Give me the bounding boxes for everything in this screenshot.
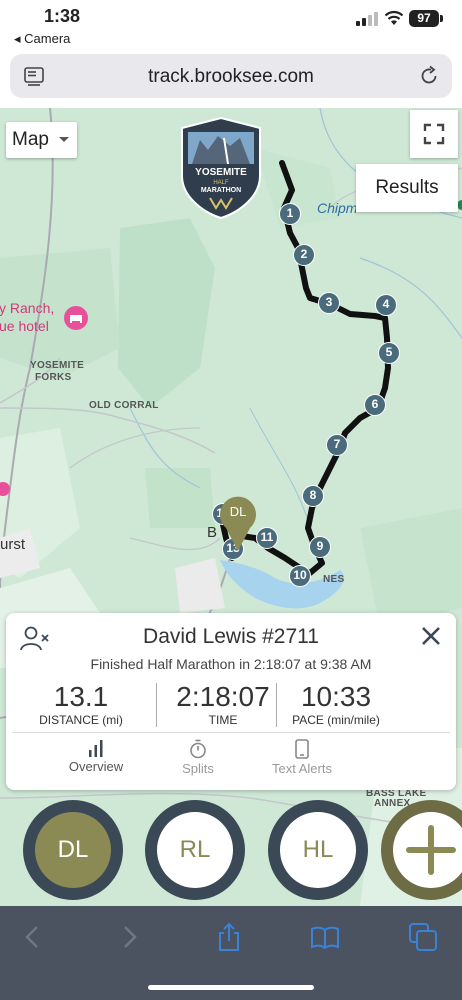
runner-avatar-hl[interactable]: HL — [268, 800, 368, 900]
add-runner-inner — [393, 812, 462, 888]
runner-pin-initials: DL — [229, 504, 247, 519]
tab-splits-label: Splits — [182, 761, 214, 776]
yosemite-half-marathon-logo: YOSEMITE HALF MARATHON — [181, 116, 261, 220]
mile-marker[interactable]: 9 — [309, 536, 331, 558]
runner-info-card: David Lewis #2711 Finished Half Marathon… — [6, 613, 456, 790]
logo-line2: HALF — [213, 180, 229, 186]
avatar-initials: HL — [280, 812, 356, 888]
stat-pace: 10:33 PACE (min/mile) — [261, 681, 411, 727]
battery-icon — [440, 15, 443, 22]
fullscreen-icon — [423, 123, 445, 145]
tab-overview-label: Overview — [68, 759, 124, 774]
results-button[interactable]: Results — [356, 164, 458, 212]
reload-icon[interactable] — [418, 65, 440, 87]
tabs-icon[interactable] — [408, 922, 438, 952]
bookmarks-icon[interactable] — [310, 922, 340, 952]
stat-pace-value: 10:33 — [300, 681, 372, 712]
url-text[interactable]: track.brooksee.com — [10, 66, 452, 88]
back-to-camera-link[interactable]: ◂ Camera — [14, 31, 70, 47]
stat-distance-label: DISTANCE (mi) — [39, 713, 123, 727]
mile-marker[interactable]: 6 — [364, 394, 386, 416]
plus-icon — [406, 825, 456, 875]
mile-marker[interactable]: 10 — [289, 565, 311, 587]
divider — [12, 732, 450, 733]
map-label-yosemite: YOSEMITE — [30, 360, 85, 371]
phone-icon — [295, 739, 309, 759]
mile-marker[interactable]: 1 — [279, 203, 301, 225]
tab-splits[interactable]: Splits — [138, 739, 258, 776]
map-type-select[interactable]: Map — [6, 122, 77, 158]
wifi-icon — [384, 10, 404, 25]
avatar-initials: RL — [157, 812, 233, 888]
mile-marker[interactable]: 7 — [326, 434, 348, 456]
map-type-label: Map — [12, 129, 49, 150]
mile-marker[interactable]: 11 — [256, 527, 278, 549]
cellular-signal-icon — [356, 12, 378, 26]
mile-marker[interactable]: 2 — [293, 244, 315, 266]
stat-distance: 13.1 DISTANCE (mi) — [6, 681, 156, 727]
forward-arrow-icon[interactable] — [114, 922, 144, 952]
mile-marker[interactable]: 4 — [375, 294, 397, 316]
status-bar: 1:38 ◂ Camera 97 — [0, 0, 462, 50]
back-arrow-icon[interactable] — [18, 922, 48, 952]
map-label-chipmunk: Chipm — [317, 200, 358, 216]
map-label-pines: NES — [323, 574, 345, 585]
map-label-b: B — [207, 524, 218, 541]
clock: 1:38 — [44, 6, 81, 26]
stopwatch-icon — [190, 739, 206, 759]
map-label-ranch: y Ranch, — [0, 300, 55, 316]
close-icon[interactable] — [420, 625, 442, 647]
map-label-old-corral: OLD CORRAL — [89, 400, 159, 411]
browser-address-area: track.brooksee.com — [0, 50, 462, 106]
tab-text-alerts[interactable]: Text Alerts — [242, 739, 362, 776]
share-icon[interactable] — [214, 922, 244, 952]
bar-chart-icon — [89, 740, 103, 757]
home-indicator — [148, 985, 314, 990]
map-label-hotel: ue hotel — [0, 318, 49, 334]
address-bar[interactable]: track.brooksee.com — [10, 54, 452, 98]
map-label-forks: FORKS — [35, 372, 72, 383]
mile-marker[interactable]: 8 — [302, 485, 324, 507]
add-runner-button[interactable] — [381, 800, 462, 900]
avatar-initials: DL — [35, 812, 111, 888]
mile-marker[interactable]: 5 — [378, 342, 400, 364]
hotel-icon[interactable] — [64, 306, 88, 330]
chevron-down-icon — [59, 137, 69, 142]
runner-avatar-dl[interactable]: DL — [23, 800, 123, 900]
runner-avatar-rl[interactable]: RL — [145, 800, 245, 900]
stat-pace-label: PACE (min/mile) — [292, 713, 380, 727]
fullscreen-button[interactable] — [410, 110, 458, 158]
stat-distance-value: 13.1 — [53, 681, 109, 712]
mile-marker[interactable]: 3 — [318, 292, 340, 314]
battery-level: 97 — [409, 10, 439, 27]
tab-text-alerts-label: Text Alerts — [272, 761, 332, 776]
logo-line1: YOSEMITE — [195, 167, 247, 178]
logo-line3: MARATHON — [201, 187, 241, 194]
map-label-urst: urst — [0, 536, 26, 553]
finish-status: Finished Half Marathon in 2:18:07 at 9:3… — [90, 656, 372, 672]
runner-name: David Lewis #2711 — [143, 625, 319, 648]
